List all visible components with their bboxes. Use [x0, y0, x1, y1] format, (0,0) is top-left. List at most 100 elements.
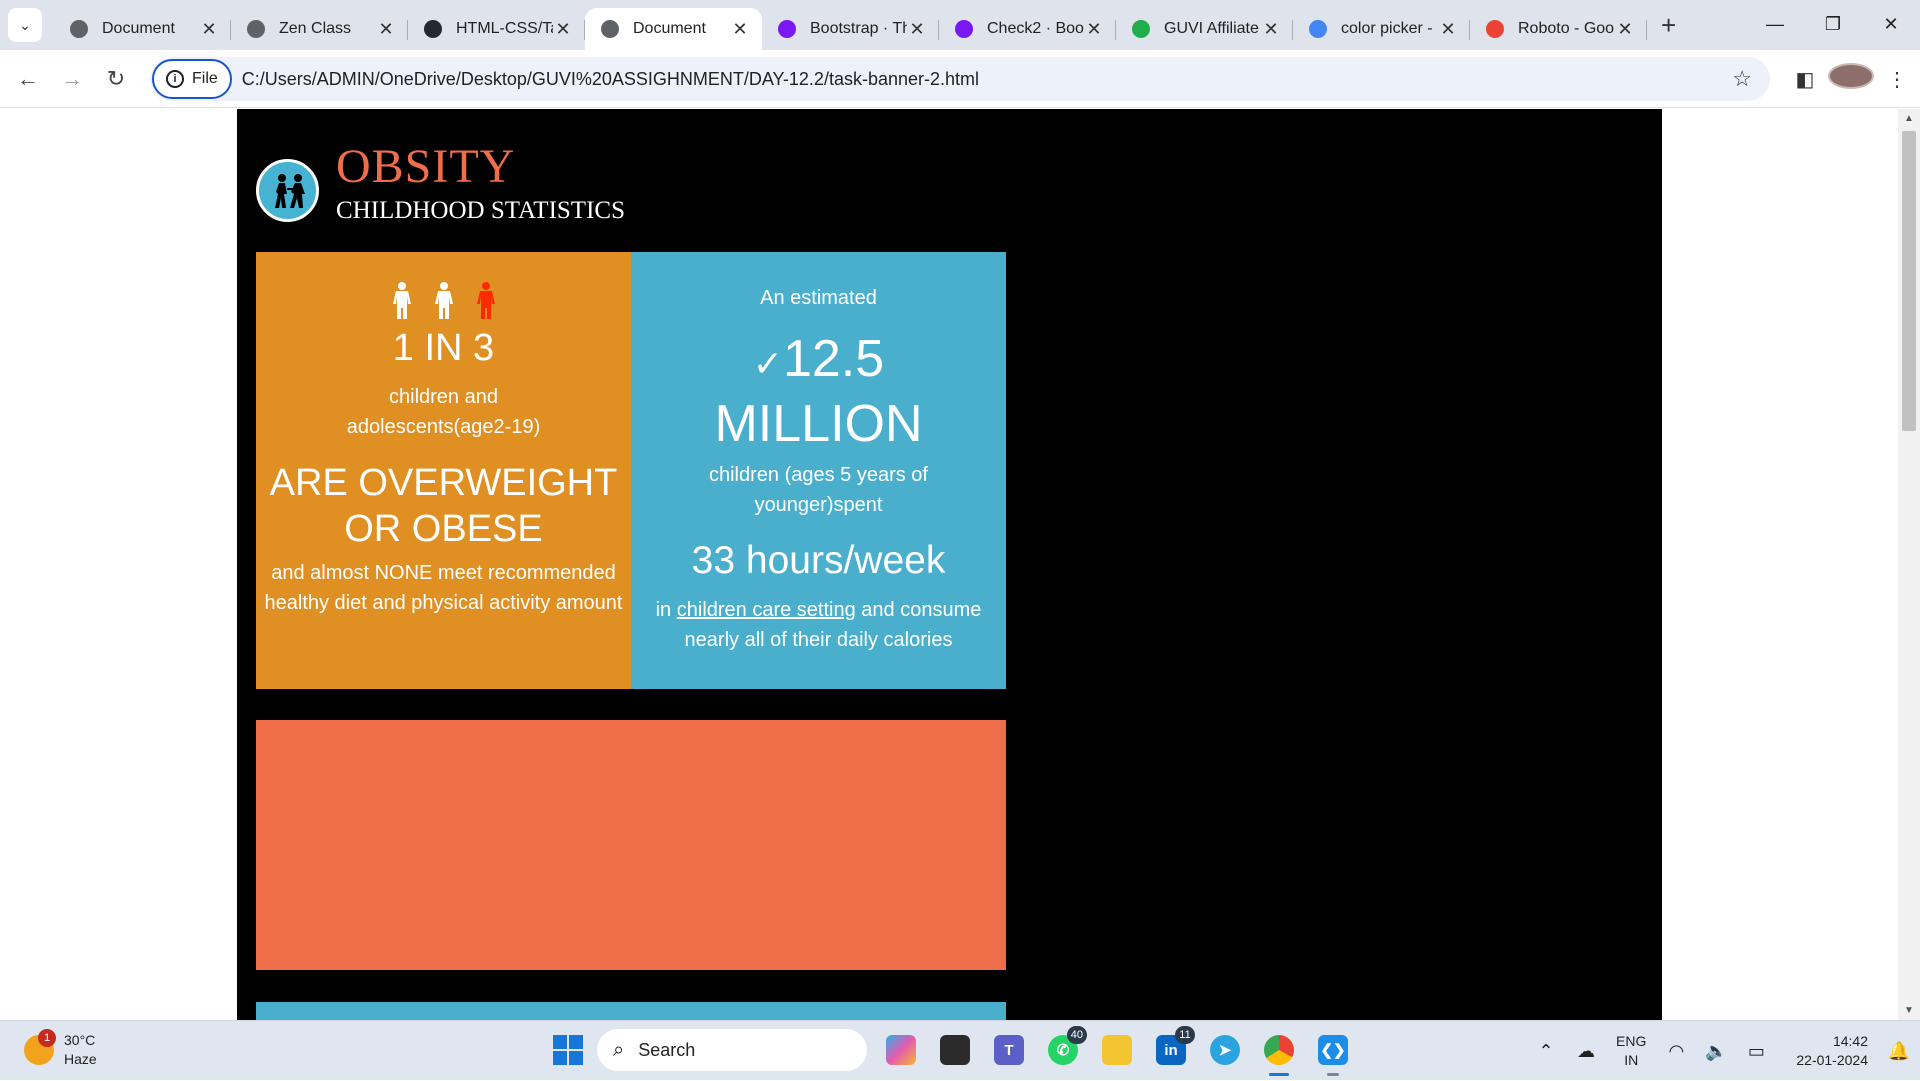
tab-close-icon[interactable]: ✕ — [553, 19, 573, 40]
close-window-button[interactable]: ✕ — [1862, 0, 1920, 50]
tab-strip: ⌄ Document ✕ Zen Class ✕ HTML-CSS/Ta ✕ Documen… — [0, 0, 1920, 50]
clock[interactable]: 14:42 22-01-2024 — [1796, 1032, 1868, 1070]
bootstrap-icon — [778, 20, 796, 38]
file-chip-label: File — [192, 70, 218, 87]
chrome-icon[interactable] — [1259, 1030, 1299, 1076]
back-button[interactable]: ← — [6, 66, 50, 92]
scrollbar-thumb[interactable] — [1902, 131, 1916, 431]
tab-title: Roboto - Goo — [1518, 20, 1615, 37]
lang-top: ENG — [1616, 1033, 1647, 1049]
stat-number: ✓12.5 MILLION — [631, 329, 1006, 454]
blue-panel-bottom — [256, 1002, 1006, 1020]
minimize-button[interactable]: — — [1746, 0, 1804, 50]
tab-close-icon[interactable]: ✕ — [1438, 19, 1458, 40]
tab-close-icon[interactable]: ✕ — [1261, 19, 1281, 40]
reload-button[interactable]: ↻ — [94, 66, 138, 92]
github-icon — [424, 20, 442, 38]
linkedin-badge: 11 — [1175, 1026, 1195, 1044]
toolbar-right: ◧ ⋮ — [1782, 50, 1920, 108]
bookmark-star-icon[interactable]: ☆ — [1732, 66, 1752, 92]
weather-widget[interactable]: 1 30°C Haze — [24, 1029, 97, 1069]
info-icon: i — [166, 70, 184, 88]
tab-search-button[interactable]: ⌄ — [8, 8, 42, 42]
browser-tab[interactable]: Check2 · Boo ✕ — [939, 8, 1116, 50]
page-scrollbar[interactable]: ▲ ▼ — [1898, 109, 1920, 1020]
stat-detail-text: and almost NONE meet recommended healthy… — [264, 562, 623, 614]
url-text[interactable]: C:/Users/ADMIN/OneDrive/Desktop/GUVI%20A… — [242, 69, 979, 90]
browser-tab[interactable]: Zen Class ✕ — [231, 8, 408, 50]
task-view-icon[interactable] — [935, 1030, 975, 1070]
scroll-up-arrow-icon[interactable]: ▲ — [1898, 113, 1920, 124]
menu-kebab-icon[interactable]: ⋮ — [1874, 67, 1920, 92]
people-icons — [256, 282, 631, 320]
tab-close-icon[interactable]: ✕ — [1615, 19, 1635, 40]
whatsapp-icon[interactable]: ✆ 40 — [1043, 1026, 1087, 1070]
browser-tab[interactable]: Document ✕ — [585, 8, 762, 50]
browser-tab[interactable]: Document ✕ — [54, 8, 231, 50]
browser-tab[interactable]: Roboto - Goo ✕ — [1470, 8, 1647, 50]
stat-card-blue: An estimated ✓12.5 MILLION children (age… — [631, 252, 1006, 689]
tab-title: Check2 · Boo — [987, 20, 1084, 37]
stat-headline: ARE OVERWEIGHT OR OBESE — [269, 462, 618, 550]
tab-title: Bootstrap · Th — [810, 20, 907, 37]
address-bar[interactable]: i File C:/Users/ADMIN/OneDrive/Desktop/G… — [150, 57, 1770, 101]
browser-tab[interactable]: HTML-CSS/Ta ✕ — [408, 8, 585, 50]
browser-tab[interactable]: Bootstrap · Th ✕ — [762, 8, 939, 50]
copilot-icon[interactable] — [881, 1030, 921, 1070]
side-panel-icon[interactable]: ◧ — [1782, 67, 1828, 92]
chevron-up-icon[interactable]: ⌃ — [1526, 1041, 1566, 1062]
site-info-chip[interactable]: i File — [152, 59, 232, 99]
stat-children-text: children (ages 5 years of younger)spent — [708, 464, 928, 516]
person-icon — [434, 282, 453, 319]
taskbar-search[interactable]: ⌕ Search — [597, 1029, 867, 1071]
weather-sun-icon: 1 — [24, 1029, 56, 1065]
clock-time: 14:42 — [1832, 1033, 1868, 1049]
file-explorer-icon[interactable] — [1097, 1030, 1137, 1070]
browser-tab[interactable]: color picker - ✕ — [1293, 8, 1470, 50]
linkedin-icon[interactable]: in 11 — [1151, 1026, 1195, 1070]
vscode-icon[interactable]: ❮❯ — [1313, 1030, 1353, 1076]
tab-close-icon[interactable]: ✕ — [1084, 19, 1104, 40]
onedrive-icon[interactable]: ☁ — [1566, 1041, 1606, 1062]
person-highlighted-icon — [476, 282, 495, 319]
coral-panel — [256, 720, 1006, 970]
profile-button[interactable] — [1828, 63, 1874, 95]
zen-class-icon — [247, 20, 265, 38]
care-text-pre: in — [655, 599, 672, 621]
stat-hours: 33 hours/week — [691, 539, 946, 582]
tab-separator — [1646, 20, 1647, 40]
tab-close-icon[interactable]: ✕ — [376, 19, 396, 40]
google-fonts-icon — [1486, 20, 1504, 38]
tab-close-icon[interactable]: ✕ — [907, 19, 927, 40]
restore-button[interactable]: ❐ — [1804, 0, 1862, 50]
avatar — [1828, 63, 1874, 89]
window-controls: — ❐ ✕ — [1746, 0, 1920, 50]
tab-title: color picker - — [1341, 20, 1433, 37]
stat-ratio: 1 IN 3 — [392, 327, 495, 369]
teams-icon[interactable]: T — [989, 1030, 1029, 1070]
google-icon — [1309, 20, 1327, 38]
stat-population-text: children and adolescents(age2-19) — [346, 386, 541, 438]
browser-tab[interactable]: GUVI Affiliate ✕ — [1116, 8, 1293, 50]
tab-close-icon[interactable]: ✕ — [199, 19, 219, 40]
new-tab-button[interactable]: + — [1661, 10, 1676, 41]
weather-desc: Haze — [64, 1051, 97, 1067]
forward-button[interactable]: → — [50, 66, 94, 92]
language-indicator[interactable]: ENG IN — [1616, 1032, 1646, 1070]
globe-icon — [601, 20, 619, 38]
wifi-icon[interactable]: ◠ — [1656, 1041, 1696, 1062]
start-windows-icon[interactable] — [553, 1035, 583, 1065]
children-care-link[interactable]: children care setting — [677, 599, 856, 621]
notification-bell-icon[interactable]: 🔔 — [1884, 1041, 1914, 1062]
person-icon — [392, 282, 411, 319]
volume-icon[interactable]: 🔈 — [1696, 1041, 1736, 1062]
brand-subtitle: CHILDHOOD STATISTICS — [336, 197, 625, 224]
chevron-down-icon: ⌄ — [19, 16, 31, 33]
battery-icon[interactable]: ▭ — [1736, 1041, 1776, 1062]
tab-close-icon[interactable]: ✕ — [730, 19, 750, 40]
bootstrap-icon — [955, 20, 973, 38]
taskbar-search-label: Search — [638, 1039, 696, 1060]
guvi-icon — [1132, 20, 1150, 38]
scroll-down-arrow-icon[interactable]: ▼ — [1898, 1005, 1920, 1016]
telegram-icon[interactable]: ➤ — [1205, 1030, 1245, 1070]
